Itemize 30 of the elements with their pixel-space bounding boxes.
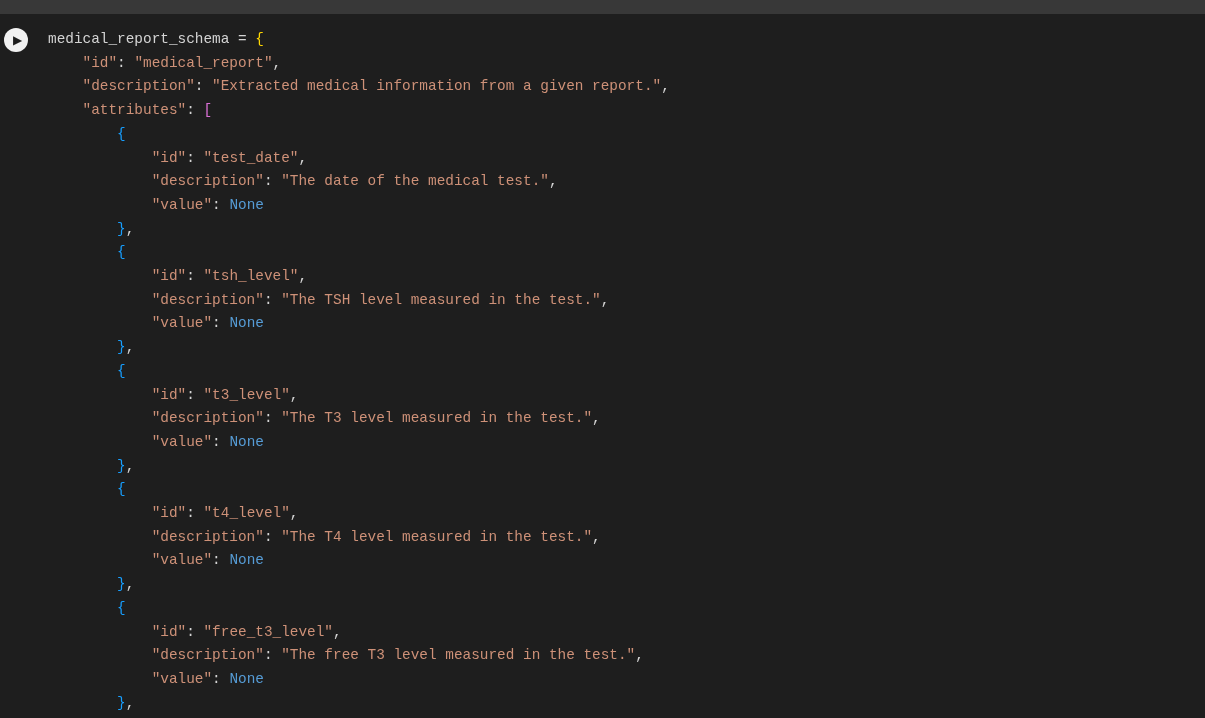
code-line: {	[116, 480, 126, 500]
code-line: "description": "Extracted medical information from a given report.",	[81, 77, 670, 97]
code-line: {	[116, 243, 126, 263]
code-line: "description": "The date of the medical test.",	[150, 172, 558, 192]
run-cell-button[interactable]: ▶	[4, 28, 28, 52]
code-line: "id": "test_date",	[150, 148, 308, 168]
code-line: "id": "free_t3_level",	[150, 622, 342, 642]
code-line: "description": "The free T3 level measured in the test.",	[150, 646, 644, 666]
code-line: },	[116, 456, 135, 476]
code-line: "value": None	[150, 432, 264, 452]
code-line: "description": "The T3 level measured in the test.",	[150, 409, 601, 429]
code-line: "value": None	[150, 195, 264, 215]
code-line: {	[116, 124, 126, 144]
code-line: "description": "The TSH level measured in the test.",	[150, 290, 610, 310]
code-line: "description": "The T4 level measured in the test.",	[150, 527, 601, 547]
code-line: "value": None	[150, 314, 264, 334]
code-line: },	[116, 219, 135, 239]
code-line: "id": "medical_report",	[81, 53, 282, 73]
code-line: },	[116, 693, 135, 713]
code-line: {	[116, 598, 126, 618]
code-line: "id": "t4_level",	[150, 504, 299, 524]
code-line: "value": None	[150, 551, 264, 571]
code-line: medical_report_schema = {	[48, 30, 264, 49]
code-line: "id": "t3_level",	[150, 385, 299, 405]
code-line: "id": "tsh_level",	[150, 267, 308, 287]
code-line: {	[116, 361, 126, 381]
code-line: },	[116, 575, 135, 595]
code-line: "value": None	[150, 670, 264, 689]
code-line: "attributes": [	[81, 101, 213, 121]
code-line: },	[116, 338, 135, 358]
